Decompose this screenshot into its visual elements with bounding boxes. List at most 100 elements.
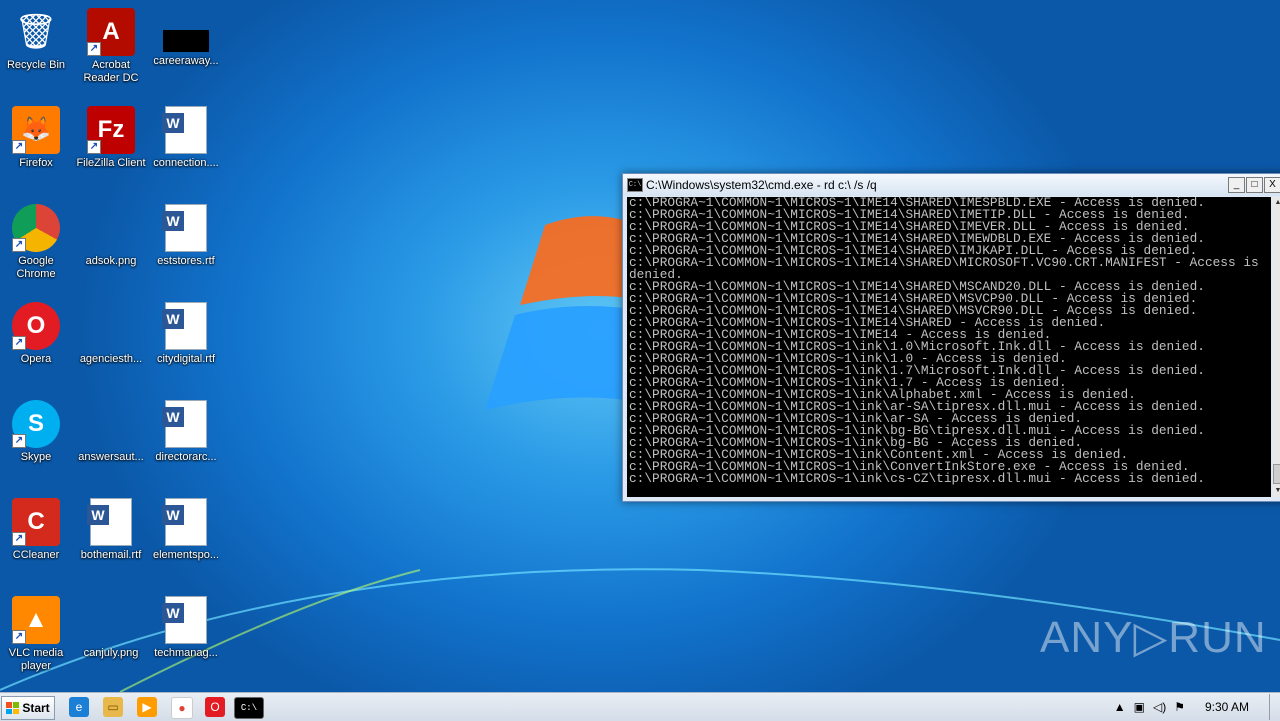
media-player-icon[interactable]: ▶ [137,697,157,717]
desktop-icon[interactable]: ↗ Google Chrome [0,204,73,281]
volume-icon[interactable]: ◁) [1153,700,1166,714]
desktop-icon-label: answersaut... [78,451,144,463]
desktop-icon[interactable]: A ↗ Acrobat Reader DC [74,8,148,85]
desktop-icon-label: canjuly.png [83,647,139,659]
desktop-icon[interactable]: canjuly.png [74,596,148,660]
chrome-icon[interactable]: ● [171,697,193,719]
file-icon: ▲ ↗ [12,596,60,644]
desktop-icon[interactable]: Weststores.rtf [149,204,223,268]
file-icon: O ↗ [12,302,60,350]
file-icon: S ↗ [12,400,60,448]
cmd-console-output[interactable]: c:\PROGRA~1\COMMON~1\MICROS~1\IME14\SHAR… [627,197,1271,497]
file-icon: Fz ↗ [87,106,135,154]
shortcut-arrow-icon: ↗ [12,238,26,252]
desktop-icon[interactable]: O ↗ Opera [0,302,73,366]
desktop-icon[interactable]: Welementspo... [149,498,223,562]
taskbar: Start e ▭ ▶ ● O C:\ ▲ ▣ ◁) ⚑ 9:30 AM [0,692,1280,721]
desktop-icon[interactable]: Wconnection.... [149,106,223,170]
file-icon: C ↗ [12,498,60,546]
desktop-icon[interactable]: Wcitydigital.rtf [149,302,223,366]
explorer-icon[interactable]: ▭ [103,697,123,717]
file-icon: W [162,302,207,350]
desktop-icon[interactable]: C ↗ CCleaner [0,498,73,562]
desktop-icon-label: Opera [20,353,52,365]
minimize-button[interactable]: _ [1228,177,1245,193]
desktop-icon-label: VLC media player [8,647,64,672]
file-icon: 🗑 [14,13,58,51]
desktop-icon-label: bothemail.rtf [80,549,142,561]
desktop-icon[interactable]: Wbothemail.rtf [74,498,148,562]
desktop-icon-label: adsok.png [85,255,137,267]
shortcut-arrow-icon: ↗ [87,42,101,56]
desktop-icon[interactable]: 🗑 Recycle Bin [0,8,73,72]
close-button[interactable]: X [1264,177,1280,193]
desktop-icon[interactable]: ▲ ↗ VLC media player [0,596,73,673]
cmd-title-text: C:\Windows\system32\cmd.exe - rd c:\ /s … [646,178,877,192]
desktop-icon-label: Recycle Bin [6,59,66,71]
show-desktop-button[interactable] [1269,694,1280,720]
desktop-icon-label: Firefox [19,157,53,169]
desktop-icon-label: careeraway... [153,55,219,67]
file-icon: W [87,498,132,546]
system-tray: ▲ ▣ ◁) ⚑ 9:30 AM [1110,693,1280,721]
file-icon: W [162,204,207,252]
cmd-taskbar-button[interactable]: C:\ [234,697,264,719]
desktop-icon-label: FileZilla Client [76,157,146,169]
scroll-down-icon[interactable]: ▼ [1272,485,1280,497]
desktop-icon[interactable]: Wtechmanag... [149,596,223,660]
desktop-icon[interactable]: agenciesth... [74,302,148,366]
cmd-titlebar[interactable]: C:\ C:\Windows\system32\cmd.exe - rd c:\… [623,174,1280,196]
scroll-up-icon[interactable]: ▲ [1272,197,1280,209]
maximize-button[interactable]: □ [1246,177,1263,193]
desktop-icon-label: connection.... [153,157,219,169]
action-center-icon[interactable]: ⚑ [1174,700,1185,714]
file-icon: W [162,106,207,154]
network-icon[interactable]: ▣ [1134,700,1145,714]
desktop-icon-label: eststores.rtf [157,255,215,267]
anyrun-watermark: ANY▷RUN [1040,613,1267,662]
console-line: c:\PROGRA~1\COMMON~1\MICROS~1\ink\cs-CZ\… [629,471,1205,486]
start-label: Start [22,701,50,715]
file-icon [87,302,135,350]
shortcut-arrow-icon: ↗ [12,140,26,154]
desktop-icon[interactable]: answersaut... [74,400,148,464]
desktop-icon[interactable]: S ↗ Skype [0,400,73,464]
shortcut-arrow-icon: ↗ [12,630,26,644]
desktop-icon[interactable]: Wdirectorarc... [149,400,223,464]
scroll-thumb[interactable] [1273,464,1280,484]
desktop-icon-label: Skype [20,451,52,463]
file-icon [87,204,135,252]
file-icon: A ↗ [87,8,135,56]
show-hidden-icons[interactable]: ▲ [1114,700,1126,714]
shortcut-arrow-icon: ↗ [87,140,101,154]
desktop-icon-label: agenciesth... [79,353,143,365]
file-icon: 🦊 ↗ [12,106,60,154]
desktop-icon-label: CCleaner [12,549,60,561]
desktop-icon-label: techmanag... [154,647,218,659]
file-icon: W [162,400,207,448]
desktop-icon-label: Acrobat Reader DC [83,59,139,84]
shortcut-arrow-icon: ↗ [12,434,26,448]
start-button[interactable]: Start [1,696,55,720]
clock[interactable]: 9:30 AM [1205,700,1249,714]
desktop-icon[interactable]: careeraway... [149,8,223,68]
windows-flag-icon [6,702,20,714]
desktop-icon[interactable]: 🦊 ↗ Firefox [0,106,73,170]
file-icon [87,596,135,644]
desktop-icon-label: Google Chrome [16,255,56,280]
opera-icon[interactable]: O [205,697,225,717]
ie-icon[interactable]: e [69,697,89,717]
shortcut-arrow-icon: ↗ [12,532,26,546]
desktop-icon-label: elementspo... [152,549,220,561]
cmd-window[interactable]: C:\ C:\Windows\system32\cmd.exe - rd c:\… [622,173,1280,502]
desktop-icon[interactable]: Fz ↗ FileZilla Client [74,106,148,170]
desktop-icon-label: directorarc... [155,451,217,463]
file-icon: W [162,498,207,546]
shortcut-arrow-icon: ↗ [12,336,26,350]
cmd-scrollbar[interactable]: ▲ ▼ [1272,197,1280,497]
desktop-icon[interactable]: adsok.png [74,204,148,268]
file-icon [163,30,209,52]
desktop-icon-label: citydigital.rtf [156,353,216,365]
console-line: c:\PROGRA~1\COMMON~1\MICROS~1\IME14\SHAR… [629,255,1267,282]
file-icon: ↗ [12,204,60,252]
